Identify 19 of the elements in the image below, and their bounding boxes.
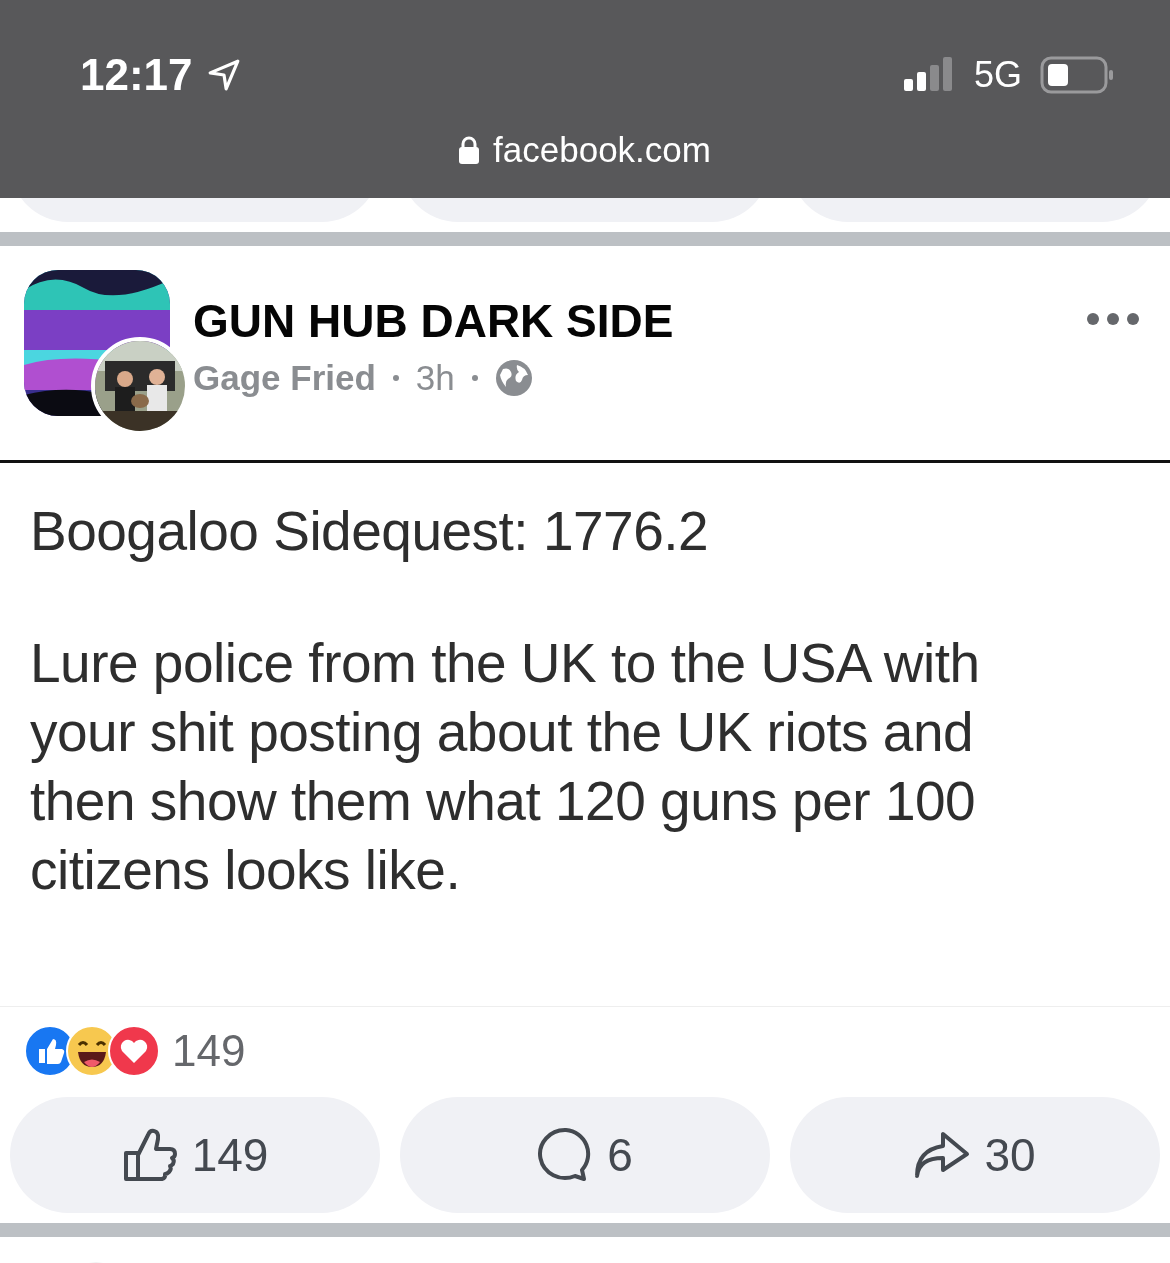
meme-title: Boogaloo Sidequest: 1776.2	[30, 499, 710, 563]
more-options-icon[interactable]	[1086, 312, 1140, 326]
reaction-count[interactable]: 149	[172, 1026, 246, 1076]
globe-icon	[494, 359, 533, 397]
comment-button[interactable]: 6	[400, 1097, 770, 1213]
clock-time: 12:17	[80, 50, 193, 100]
thumbs-up-icon	[121, 1127, 180, 1183]
url-text[interactable]: facebook.com	[493, 130, 711, 170]
share-button[interactable]: 30	[790, 1097, 1160, 1213]
dot-separator-icon	[391, 374, 400, 382]
lock-icon	[459, 136, 480, 164]
dot-separator-icon	[470, 374, 479, 382]
location-arrow-icon	[206, 58, 241, 92]
network-type: 5G	[973, 54, 1022, 96]
meme-text: Lure police from the UK to the USA with your shit posting about the UK riots and then show them what 120 guns per 100 citizens looks like.	[30, 631, 981, 903]
battery-icon	[1040, 56, 1114, 94]
like-button[interactable]: 149	[10, 1097, 380, 1213]
page-name[interactable]: GUN HUB DARK SIDE	[193, 294, 674, 348]
heart-reaction-icon	[108, 1025, 160, 1077]
